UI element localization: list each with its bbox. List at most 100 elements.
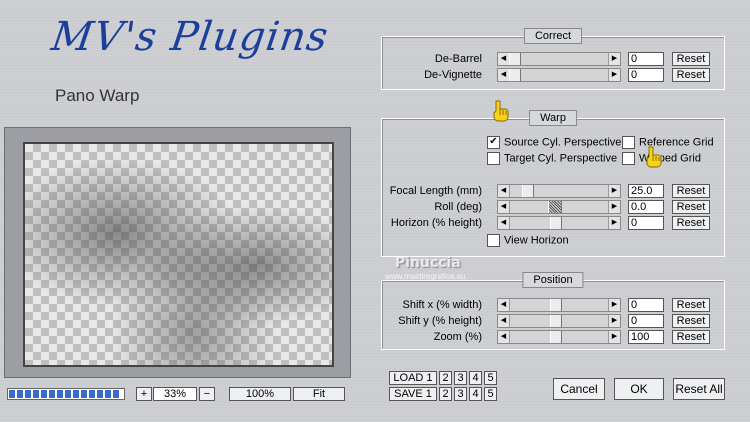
shift-x-label: Shift x (% width) xyxy=(402,299,482,311)
de-vignette-row: De-Vignette ◀ ▶ 0 Reset xyxy=(382,68,724,82)
slider-right-arrow-icon[interactable]: ▶ xyxy=(608,69,620,81)
position-group: Position Shift x (% width) ◀ ▶ 0 Reset S… xyxy=(381,272,725,350)
slider-right-arrow-icon[interactable]: ▶ xyxy=(608,217,620,229)
slider-right-arrow-icon[interactable]: ▶ xyxy=(608,299,620,311)
de-vignette-value[interactable]: 0 xyxy=(628,68,664,82)
cancel-button[interactable]: Cancel xyxy=(553,378,605,400)
slider-thumb[interactable] xyxy=(509,53,521,65)
preview-panel xyxy=(4,127,351,378)
slider-right-arrow-icon[interactable]: ▶ xyxy=(608,315,620,327)
shift-y-reset-button[interactable]: Reset xyxy=(672,314,710,328)
horizon-reset-button[interactable]: Reset xyxy=(672,216,710,230)
load-slot-2-button[interactable]: 2 xyxy=(439,371,452,385)
reset-all-button[interactable]: Reset All xyxy=(673,378,725,400)
zoom-slider[interactable]: ◀ ▶ xyxy=(497,330,621,344)
zoom-reset-button[interactable]: Reset xyxy=(672,330,710,344)
shift-x-row: Shift x (% width) ◀ ▶ 0 Reset xyxy=(382,298,724,312)
de-barrel-row: De-Barrel ◀ ▶ 0 Reset xyxy=(382,52,724,66)
slider-right-arrow-icon[interactable]: ▶ xyxy=(608,201,620,213)
slider-right-arrow-icon[interactable]: ▶ xyxy=(608,331,620,343)
zoom-row: Zoom (%) ◀ ▶ 100 Reset xyxy=(382,330,724,344)
slider-left-arrow-icon[interactable]: ◀ xyxy=(498,217,510,229)
save-1-button[interactable]: SAVE 1 xyxy=(389,387,437,401)
save-slot-2-button[interactable]: 2 xyxy=(439,387,452,401)
watermark-name: Pinuccia xyxy=(395,255,461,271)
slider-thumb[interactable] xyxy=(550,315,562,327)
checkmark-icon: ✔ xyxy=(487,136,500,149)
horizon-slider[interactable]: ◀ ▶ xyxy=(497,216,621,230)
zoom-value[interactable]: 100 xyxy=(628,330,664,344)
roll-value[interactable]: 0.0 xyxy=(628,200,664,214)
shift-y-label: Shift y (% height) xyxy=(398,315,482,327)
slider-thumb[interactable] xyxy=(550,331,562,343)
correct-group: Correct De-Barrel ◀ ▶ 0 Reset De-Vignett… xyxy=(381,28,725,90)
pointing-hand-icon xyxy=(646,146,662,168)
plugin-logo: MV's Plugins xyxy=(48,14,332,60)
slider-thumb[interactable] xyxy=(522,185,534,197)
focal-length-row: Focal Length (mm) ◀ ▶ 25.0 Reset xyxy=(382,184,724,198)
slider-left-arrow-icon[interactable]: ◀ xyxy=(498,331,510,343)
shift-y-value[interactable]: 0 xyxy=(628,314,664,328)
slider-right-arrow-icon[interactable]: ▶ xyxy=(608,185,620,197)
focal-length-slider[interactable]: ◀ ▶ xyxy=(497,184,621,198)
roll-slider[interactable]: ◀ ▶ xyxy=(497,200,621,214)
correct-group-title: Correct xyxy=(523,28,583,44)
view-horizon-checkbox[interactable]: View Horizon xyxy=(487,234,569,248)
roll-label: Roll (deg) xyxy=(434,201,482,213)
save-slot-5-button[interactable]: 5 xyxy=(484,387,497,401)
slider-right-arrow-icon[interactable]: ▶ xyxy=(608,53,620,65)
plugin-title: Pano Warp xyxy=(55,86,140,105)
warp-group-title: Warp xyxy=(529,110,577,126)
load-1-button[interactable]: LOAD 1 xyxy=(389,371,437,385)
de-vignette-slider[interactable]: ◀ ▶ xyxy=(497,68,621,82)
de-barrel-reset-button[interactable]: Reset xyxy=(672,52,710,66)
warp-group: Warp ✔ Source Cyl. Perspective Reference … xyxy=(381,110,725,257)
source-cyl-perspective-checkbox[interactable]: ✔ Source Cyl. Perspective xyxy=(487,136,621,150)
shift-y-row: Shift y (% height) ◀ ▶ 0 Reset xyxy=(382,314,724,328)
slider-left-arrow-icon[interactable]: ◀ xyxy=(498,185,510,197)
shift-y-slider[interactable]: ◀ ▶ xyxy=(497,314,621,328)
zoom-level: 33% xyxy=(153,387,197,401)
slider-left-arrow-icon[interactable]: ◀ xyxy=(498,299,510,311)
pano-warp-dialog: MV's Plugins Pano Warp Correct De-Barrel… xyxy=(0,0,750,422)
roll-reset-button[interactable]: Reset xyxy=(672,200,710,214)
save-slot-4-button[interactable]: 4 xyxy=(469,387,482,401)
preview-image[interactable] xyxy=(23,142,334,367)
shift-x-reset-button[interactable]: Reset xyxy=(672,298,710,312)
de-barrel-slider[interactable]: ◀ ▶ xyxy=(497,52,621,66)
focal-length-label: Focal Length (mm) xyxy=(389,185,482,197)
fit-button[interactable]: Fit xyxy=(293,387,345,401)
load-slot-3-button[interactable]: 3 xyxy=(454,371,467,385)
de-barrel-label: De-Barrel xyxy=(434,53,482,65)
progress-bar xyxy=(7,388,125,400)
zoom-in-button[interactable]: + xyxy=(136,387,152,401)
ok-button[interactable]: OK xyxy=(614,378,664,400)
target-cyl-perspective-checkbox[interactable]: Target Cyl. Perspective xyxy=(487,152,617,166)
slider-left-arrow-icon[interactable]: ◀ xyxy=(498,315,510,327)
slider-thumb[interactable] xyxy=(509,69,521,81)
zoom-label: Zoom (%) xyxy=(433,331,482,343)
slider-left-arrow-icon[interactable]: ◀ xyxy=(498,201,510,213)
load-slot-5-button[interactable]: 5 xyxy=(484,371,497,385)
reference-grid-checkbox[interactable]: Reference Grid xyxy=(622,136,714,150)
de-barrel-value[interactable]: 0 xyxy=(628,52,664,66)
zoom-100-button[interactable]: 100% xyxy=(229,387,291,401)
shift-x-value[interactable]: 0 xyxy=(628,298,664,312)
position-group-title: Position xyxy=(522,272,584,288)
horizon-label: Horizon (% height) xyxy=(390,217,482,229)
de-vignette-label: De-Vignette xyxy=(424,69,482,81)
pointing-hand-icon xyxy=(493,100,509,122)
save-slot-3-button[interactable]: 3 xyxy=(454,387,467,401)
focal-length-value[interactable]: 25.0 xyxy=(628,184,664,198)
load-slot-4-button[interactable]: 4 xyxy=(469,371,482,385)
slider-thumb[interactable] xyxy=(550,217,562,229)
horizon-row: Horizon (% height) ◀ ▶ 0 Reset xyxy=(382,216,724,230)
slider-thumb[interactable] xyxy=(548,201,562,213)
focal-length-reset-button[interactable]: Reset xyxy=(672,184,710,198)
de-vignette-reset-button[interactable]: Reset xyxy=(672,68,710,82)
horizon-value[interactable]: 0 xyxy=(628,216,664,230)
zoom-out-button[interactable]: − xyxy=(199,387,215,401)
shift-x-slider[interactable]: ◀ ▶ xyxy=(497,298,621,312)
roll-row: Roll (deg) ◀ ▶ 0.0 Reset xyxy=(382,200,724,214)
slider-thumb[interactable] xyxy=(550,299,562,311)
